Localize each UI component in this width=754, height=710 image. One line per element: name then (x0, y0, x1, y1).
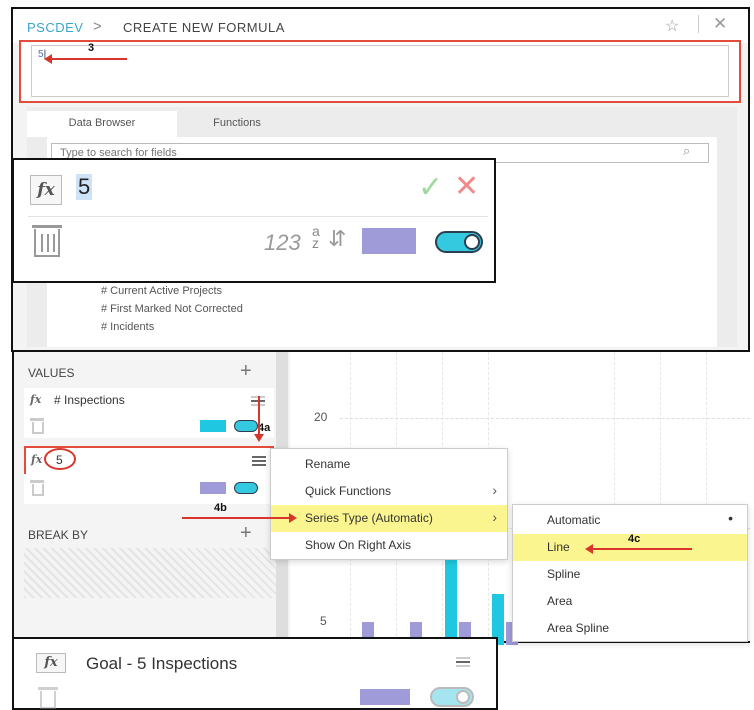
page-title: CREATE NEW FORMULA (123, 20, 285, 35)
trash-icon[interactable] (30, 418, 44, 434)
formula-input[interactable]: 5| (31, 45, 729, 97)
chart-bar (445, 552, 457, 645)
annotation-label-4b: 4b (214, 502, 227, 514)
submenu-item-label: Line (547, 540, 570, 554)
color-swatch[interactable] (360, 689, 410, 705)
value-context-menu: Rename Quick Functions › Series Type (Aut… (270, 448, 508, 560)
chart-editor-panel: VALUES + fx # Inspections 4a fx 5 BREAK … (12, 350, 750, 645)
fx-icon: fx (31, 453, 43, 466)
gridline (340, 418, 750, 419)
tab-data-browser[interactable]: Data Browser (27, 111, 177, 137)
annotation-label-4c: 4c (628, 533, 641, 545)
formula-input-highlight: 5| (19, 40, 741, 103)
submenu-item-label: Area Spline (547, 621, 610, 635)
menu-icon[interactable] (252, 456, 266, 466)
add-break-by-plus-icon[interactable]: + (240, 522, 252, 545)
selected-dot-icon: • (728, 510, 733, 526)
menu-item-rename[interactable]: Rename (271, 451, 507, 478)
y-axis-label: 20 (314, 410, 328, 424)
menu-item-label: Rename (305, 457, 351, 471)
submenu-item-label: Spline (547, 567, 581, 581)
submenu-item-automatic[interactable]: Automatic • (513, 507, 747, 534)
menu-item-series-type[interactable]: Series Type (Automatic) › (271, 505, 507, 532)
star-icon[interactable]: ☆ (665, 16, 679, 36)
visibility-toggle[interactable] (234, 482, 258, 494)
chevron-right-icon: › (492, 482, 497, 498)
breadcrumb-app[interactable]: PSCDEV (27, 20, 83, 35)
submenu-item-area[interactable]: Area (513, 588, 747, 615)
menu-item-quick-functions[interactable]: Quick Functions › (271, 478, 507, 505)
break-by-dropzone[interactable] (24, 548, 276, 598)
search-icon[interactable]: ⌕ (683, 143, 690, 159)
divider (28, 216, 488, 217)
y-axis-label: 5 (320, 614, 327, 628)
trash-icon[interactable] (38, 687, 58, 709)
goal-value-card: fx Goal - 5 Inspections (12, 637, 498, 710)
menu-icon[interactable] (456, 657, 470, 667)
break-by-heading: BREAK BY (28, 528, 89, 542)
fx-icon: fx (36, 653, 66, 673)
add-value-plus-icon[interactable]: + (240, 360, 252, 383)
tab-functions[interactable]: Functions (177, 111, 297, 137)
close-icon[interactable]: ✕ (713, 14, 727, 34)
visibility-toggle[interactable] (435, 231, 483, 253)
value-name: # Inspections (54, 393, 125, 407)
trash-icon[interactable] (32, 225, 62, 259)
menu-item-label: Show On Right Axis (305, 538, 412, 552)
series-type-submenu: Automatic • Line Spline Area Area Spline (512, 504, 748, 642)
menu-item-label: Series Type (Automatic) (305, 511, 433, 525)
color-swatch[interactable] (200, 420, 226, 432)
divider (698, 15, 699, 33)
menu-item-label: Quick Functions (305, 484, 392, 498)
fx-icon: fx (30, 175, 62, 205)
annotation-arrow-4a (258, 396, 260, 438)
cancel-x-icon[interactable]: ✕ (454, 169, 479, 204)
annotation-arrow-4b (182, 513, 297, 523)
value-name: 5 (44, 448, 76, 470)
submenu-item-label: Area (547, 594, 573, 608)
field-item[interactable]: # First Marked Not Corrected (101, 303, 243, 315)
color-swatch[interactable] (362, 228, 416, 254)
submenu-item-area-spline[interactable]: Area Spline (513, 615, 747, 642)
menu-item-show-right-axis[interactable]: Show On Right Axis (271, 532, 507, 559)
chevron-right-icon: › (492, 509, 497, 525)
field-item[interactable]: # Incidents (101, 321, 154, 333)
number-type-label[interactable]: 123 (264, 230, 301, 256)
value-card[interactable]: fx # Inspections (24, 388, 274, 438)
submenu-item-spline[interactable]: Spline (513, 561, 747, 588)
annotation-arrow-3 (44, 54, 127, 64)
confirm-check-icon[interactable]: ✓ (418, 170, 443, 205)
values-heading: VALUES (28, 366, 75, 380)
color-swatch[interactable] (200, 482, 226, 494)
fx-icon: fx (30, 393, 42, 406)
sort-az-icon[interactable]: az (312, 224, 326, 250)
value-card-controls (24, 474, 274, 504)
submenu-item-label: Automatic (547, 513, 601, 527)
visibility-toggle[interactable] (430, 687, 474, 707)
field-item[interactable]: # Current Active Projects (101, 285, 222, 297)
title-bar: PSCDEV > CREATE NEW FORMULA ☆ ✕ (13, 9, 748, 43)
breadcrumb-separator: > (93, 18, 103, 35)
annotation-label-3: 3 (88, 42, 95, 54)
sort-arrows-icon[interactable]: ⇵ (328, 226, 346, 252)
annotation-arrow-head (254, 434, 264, 442)
trash-icon[interactable] (30, 480, 44, 496)
formula-edit-popup: fx 5 ✓ ✕ 123 az ⇵ (12, 158, 496, 283)
value-name[interactable]: Goal - 5 Inspections (86, 654, 237, 674)
annotation-arrow-4c (585, 544, 692, 554)
fields-sidebar: VALUES + fx # Inspections 4a fx 5 BREAK … (14, 352, 276, 641)
formula-value-selected[interactable]: 5 (76, 174, 93, 200)
visibility-toggle[interactable] (234, 420, 258, 432)
